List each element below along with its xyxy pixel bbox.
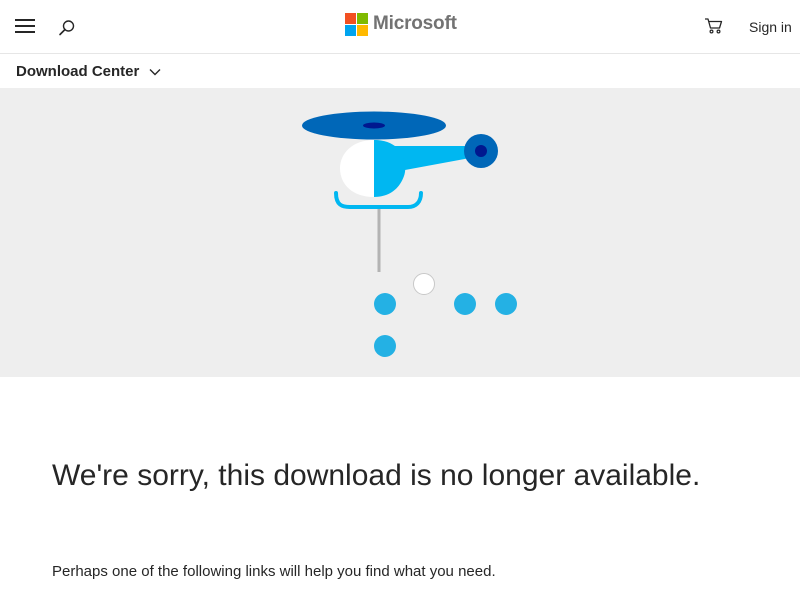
chevron-down-icon <box>149 68 161 75</box>
search-icon[interactable] <box>58 19 76 37</box>
hamburger-menu-icon[interactable] <box>15 18 35 34</box>
tail-rotor-hub <box>475 145 487 157</box>
blue-dot <box>495 293 517 315</box>
error-illustration-banner <box>0 88 800 377</box>
microsoft-logo-icon <box>345 12 368 36</box>
white-dot <box>413 273 435 295</box>
help-message: Perhaps one of the following links will … <box>52 563 496 580</box>
helicopter-illustration <box>302 111 517 357</box>
top-header: Microsoft Sign in <box>0 0 800 54</box>
error-heading: We're sorry, this download is no longer … <box>52 459 701 492</box>
blue-dot <box>374 335 396 357</box>
blue-dot <box>454 293 476 315</box>
shopping-cart-icon[interactable] <box>704 17 724 35</box>
download-center-menu[interactable]: Download Center <box>16 63 161 80</box>
cabin-window <box>340 140 374 197</box>
download-center-label: Download Center <box>16 63 140 80</box>
brand-name: Microsoft <box>373 13 457 34</box>
microsoft-logo[interactable]: Microsoft <box>345 12 457 36</box>
blue-dot <box>374 293 396 315</box>
sign-in-link[interactable]: Sign in <box>749 19 792 35</box>
download-center-nav: Download Center <box>0 54 800 88</box>
rotor-hub <box>363 122 385 129</box>
